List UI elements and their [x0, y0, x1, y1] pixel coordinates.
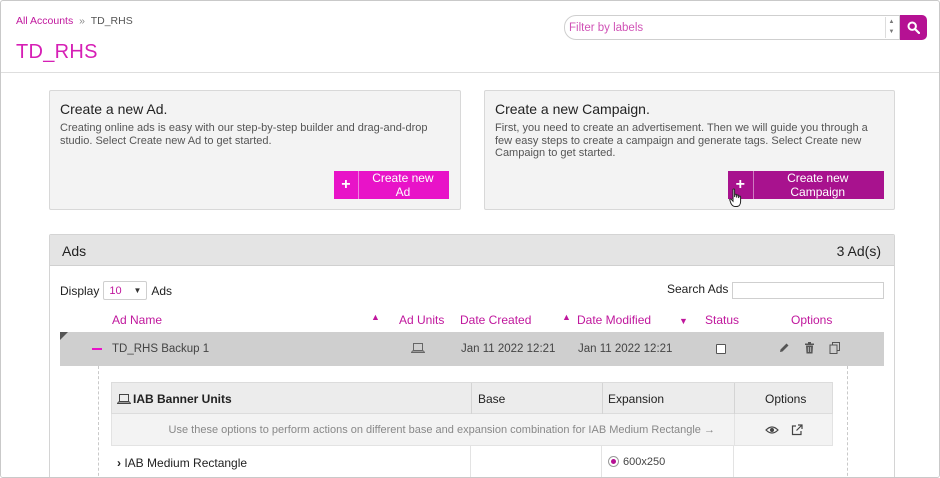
- breadcrumb-all-accounts[interactable]: All Accounts: [16, 15, 73, 27]
- date-modified: Jan 11 2022 12:21: [578, 343, 673, 355]
- iab-hint-row: Use these options to perform actions on …: [111, 414, 833, 446]
- iab-unit-row[interactable]: › IAB Medium Rectangle 600x250: [111, 446, 833, 477]
- create-campaign-title: Create a new Campaign.: [495, 101, 650, 117]
- date-created: Jan 11 2022 12:21: [461, 343, 556, 355]
- ads-count: 3 Ad(s): [836, 243, 881, 259]
- column-divider: [470, 446, 471, 477]
- ad-name[interactable]: TD_RHS Backup 1: [112, 343, 209, 355]
- page-header: All Accounts » TD_RHS TD_RHS ▲▼: [1, 1, 939, 73]
- breadcrumb-current: TD_RHS: [90, 15, 133, 27]
- table-row[interactable]: TD_RHS Backup 1 Jan 11 2022 12:21 Jan 11…: [60, 332, 884, 366]
- iab-unit-name[interactable]: › IAB Medium Rectangle: [117, 456, 247, 470]
- column-divider: [471, 383, 472, 415]
- page-size-value: 10: [109, 284, 122, 297]
- iab-table-header: IAB Banner Units Base Expansion Options: [111, 382, 833, 415]
- search-button[interactable]: [900, 15, 927, 40]
- laptop-icon: [117, 394, 131, 404]
- create-ad-description: Creating online ads is easy with our ste…: [60, 122, 428, 147]
- create-new-ad-label: Create new Ad: [372, 171, 434, 199]
- sort-icon[interactable]: ▲: [371, 312, 380, 322]
- copy-icon[interactable]: [829, 342, 841, 354]
- search-ads-label: Search Ads :: [667, 282, 736, 296]
- laptop-icon: [411, 343, 425, 353]
- row-corner-marker: [60, 332, 68, 340]
- display-label: Display: [60, 283, 100, 298]
- sort-desc-icon[interactable]: ▼: [679, 316, 688, 326]
- ads-panel: Ads 3 Ad(s) Display 10 ▼ Ads Search Ads …: [49, 234, 895, 477]
- iab-unit-label: IAB Medium Rectangle: [124, 456, 248, 470]
- page-size-select[interactable]: 10 ▼: [103, 281, 148, 300]
- create-ad-card: Create a new Ad. Creating online ads is …: [49, 90, 461, 210]
- size-radio[interactable]: [608, 456, 619, 467]
- iab-hint-label: Use these options to perform actions on …: [168, 424, 701, 436]
- plus-icon: +: [334, 171, 359, 199]
- page-size-control: Display 10 ▼ Ads: [60, 281, 172, 300]
- search-icon: [907, 21, 920, 34]
- iab-hint-text: Use these options to perform actions on …: [169, 424, 715, 436]
- arrow-right-icon: →: [704, 424, 715, 436]
- spinner-arrows-icon[interactable]: ▲ ▼: [885, 17, 897, 38]
- create-campaign-description: First, you need to create an advertiseme…: [495, 122, 868, 159]
- main-content: Create a new Ad. Creating online ads is …: [1, 74, 939, 477]
- sort-icon[interactable]: ▲: [562, 312, 571, 322]
- column-divider: [602, 383, 603, 415]
- size-label: 600x250: [623, 456, 666, 468]
- create-new-ad-button[interactable]: + Create new Ad: [334, 171, 449, 199]
- column-divider: [733, 446, 734, 477]
- create-new-campaign-label: Create new Campaign: [787, 171, 849, 199]
- col-ad-units[interactable]: Ad Units: [399, 313, 444, 327]
- status-checkbox[interactable]: [716, 344, 726, 354]
- column-divider: [734, 414, 735, 446]
- display-suffix: Ads: [151, 283, 173, 298]
- col-date-modified[interactable]: Date Modified: [577, 313, 651, 327]
- page-title: TD_RHS: [16, 41, 98, 63]
- collapse-icon[interactable]: [92, 348, 102, 350]
- column-divider: [601, 446, 602, 477]
- create-campaign-card: Create a new Campaign. First, you need t…: [484, 90, 895, 210]
- iab-col-units: IAB Banner Units: [133, 392, 232, 406]
- filter-labels-input[interactable]: [564, 15, 900, 40]
- col-options: Options: [791, 313, 833, 327]
- ads-panel-header: Ads 3 Ad(s): [50, 235, 894, 266]
- label-filter: ▲▼: [564, 15, 927, 40]
- chevron-right-icon[interactable]: ›: [117, 456, 121, 470]
- breadcrumb-separator: »: [79, 15, 85, 27]
- iab-col-expansion: Expansion: [608, 392, 665, 406]
- breadcrumb: All Accounts » TD_RHS: [16, 15, 133, 27]
- create-new-campaign-button[interactable]: + Create new Campaign: [728, 171, 884, 199]
- col-status[interactable]: Status: [705, 313, 739, 327]
- ad-details-expanded: IAB Banner Units Base Expansion Options …: [98, 366, 848, 477]
- iab-col-options: Options: [765, 392, 807, 406]
- create-ad-title: Create a new Ad.: [60, 101, 168, 117]
- chevron-down-icon: ▼: [133, 286, 142, 295]
- search-ads-input[interactable]: [732, 282, 884, 299]
- ads-title: Ads: [62, 243, 87, 259]
- app-window: All Accounts » TD_RHS TD_RHS ▲▼ Create a…: [0, 0, 940, 478]
- mouse-cursor-icon: [729, 188, 742, 207]
- col-date-created[interactable]: Date Created: [460, 313, 531, 327]
- preview-eye-icon[interactable]: [765, 425, 779, 435]
- edit-pencil-icon[interactable]: [778, 342, 790, 354]
- external-link-icon[interactable]: [791, 424, 803, 436]
- column-divider: [734, 383, 735, 415]
- col-ad-name[interactable]: Ad Name: [112, 313, 162, 327]
- trash-icon[interactable]: [804, 342, 815, 354]
- iab-col-base: Base: [478, 392, 506, 406]
